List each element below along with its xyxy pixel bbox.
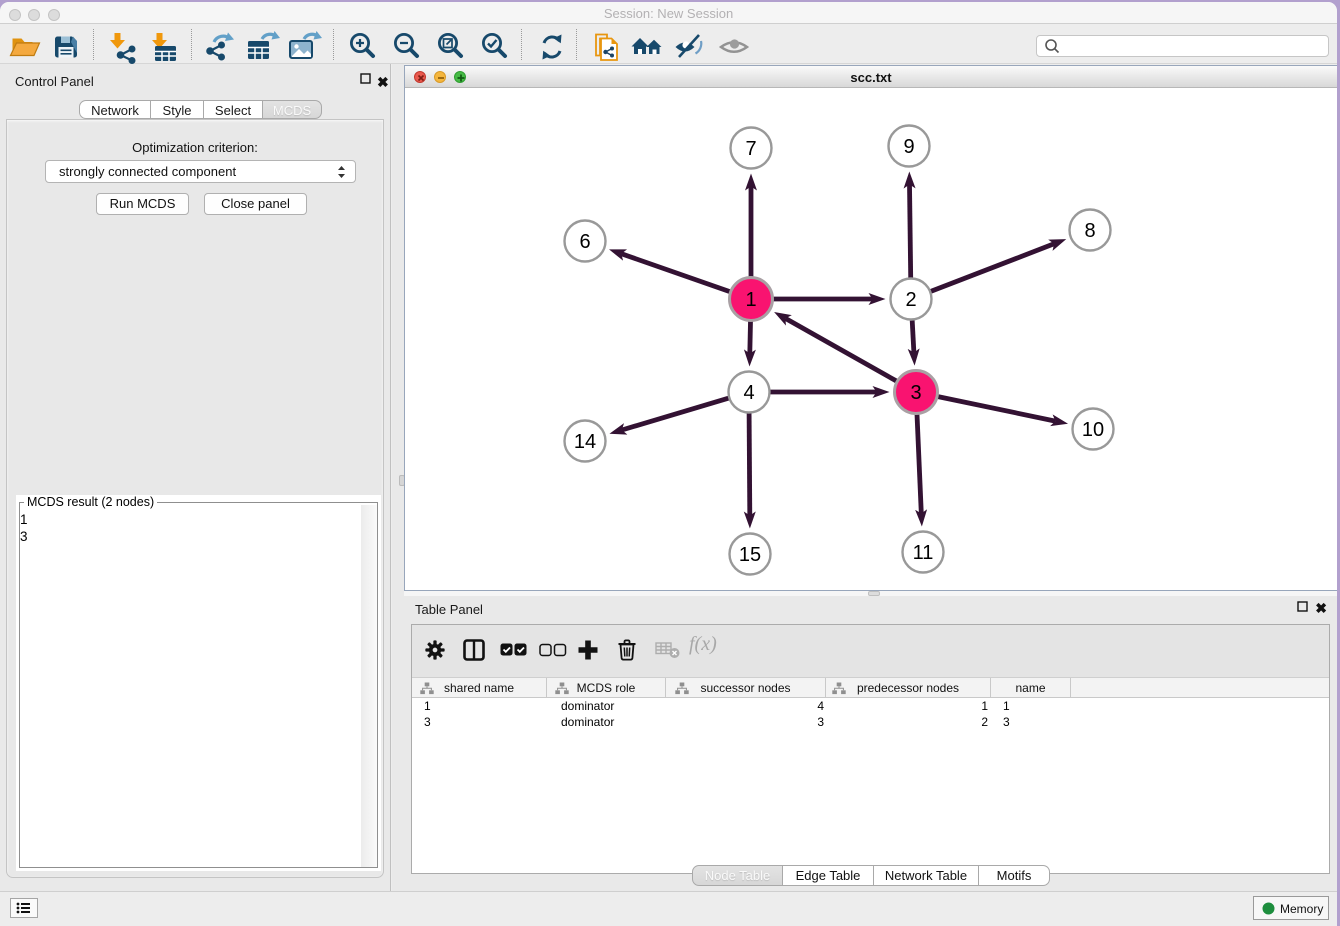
svg-text:4: 4	[743, 382, 754, 404]
svg-text:7: 7	[745, 138, 756, 160]
svg-text:1: 1	[745, 289, 756, 311]
svg-text:2: 2	[905, 289, 916, 311]
svg-text:9: 9	[903, 136, 914, 158]
svg-text:11: 11	[913, 542, 934, 564]
svg-text:8: 8	[1084, 220, 1095, 242]
svg-text:6: 6	[579, 231, 590, 253]
svg-text:10: 10	[1082, 419, 1104, 441]
svg-text:3: 3	[910, 382, 921, 404]
svg-text:14: 14	[574, 431, 596, 453]
svg-text:15: 15	[739, 544, 761, 566]
